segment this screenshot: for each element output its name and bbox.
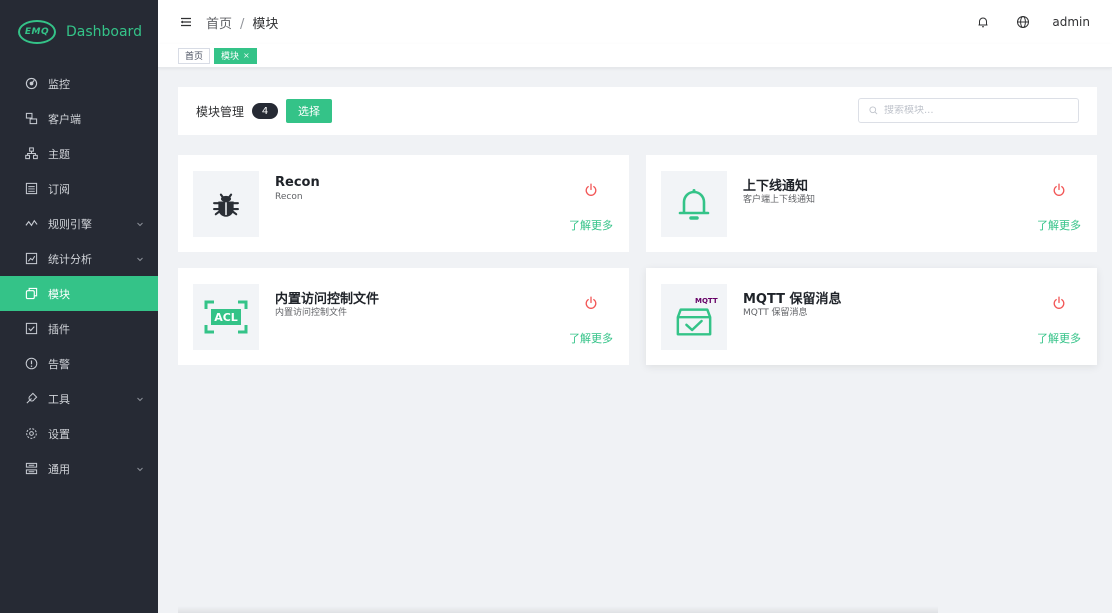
module-thumbnail (661, 171, 727, 237)
retained-message-icon (676, 308, 712, 336)
sidebar-item-label: 设置 (48, 427, 70, 441)
learn-more-link[interactable]: 了解更多 (569, 330, 613, 346)
breadcrumb-home[interactable]: 首页 (206, 17, 232, 32)
sidebar-item-label: 主题 (48, 147, 70, 161)
module-thumbnail: ACL (193, 284, 259, 350)
sidebar-item-label: 监控 (48, 77, 70, 91)
header-actions: admin (950, 0, 1090, 44)
module-thumbnail: MQTT (661, 284, 727, 350)
module-description: 内置访问控制文件 (275, 308, 348, 318)
sidebar-item-label: 客户端 (48, 112, 81, 126)
sidebar-item-label: 规则引擎 (48, 217, 92, 231)
logo[interactable]: EMQ Dashboard (0, 0, 158, 64)
module-card-mqtt-retainer[interactable]: MQTT MQTT 保留消息 MQTT 保留消息 了解更多 (646, 268, 1097, 365)
module-management-title: 模块管理 (196, 104, 245, 119)
general-icon (24, 462, 38, 476)
sidebar-item-label: 工具 (48, 392, 70, 406)
bell-icon[interactable] (976, 15, 990, 29)
sidebar-item-label: 统计分析 (48, 252, 92, 266)
tools-icon (24, 392, 38, 406)
sidebar-nav: 监控 客户端 主题 订阅 规则引擎 统计分析 模块 插件 告警 工具 设置 通用 (0, 66, 158, 486)
logo-text: Dashboard (66, 24, 142, 40)
sidebar: EMQ Dashboard 监控 客户端 主题 订阅 规则引擎 统计分析 模块 … (0, 0, 158, 613)
module-card-recon[interactable]: Recon Recon 了解更多 (178, 155, 629, 252)
acl-label: ACL (211, 309, 241, 325)
close-icon[interactable]: × (243, 51, 250, 60)
learn-more-link[interactable]: 了解更多 (569, 217, 613, 233)
plugins-icon (24, 322, 38, 336)
module-card-acl-file[interactable]: ACL 内置访问控制文件 内置访问控制文件 了解更多 (178, 268, 629, 365)
module-thumbnail (193, 171, 259, 237)
sidebar-item-plugins[interactable]: 插件 (0, 311, 158, 346)
breadcrumb: 首页 / 模块 (206, 13, 278, 32)
search-icon (869, 106, 878, 115)
module-count-badge: 4 (252, 103, 279, 119)
alarm-icon (24, 357, 38, 371)
module-description: MQTT 保留消息 (743, 308, 808, 318)
mqtt-brand-mark: MQTT (695, 297, 718, 305)
rule-engine-icon (24, 217, 38, 231)
subscriptions-icon (24, 182, 38, 196)
tag-modules[interactable]: 模块 × (214, 47, 257, 64)
monitor-icon (24, 77, 38, 91)
sidebar-item-label: 订阅 (48, 182, 70, 196)
breadcrumb-separator: / (240, 16, 245, 32)
clients-icon (24, 112, 38, 126)
sidebar-item-settings[interactable]: 设置 (0, 416, 158, 451)
module-card-presence[interactable]: 上下线通知 客户端上下线通知 了解更多 (646, 155, 1097, 252)
acl-icon: ACL (204, 300, 248, 334)
chevron-down-icon (136, 395, 144, 403)
module-description: Recon (275, 192, 303, 202)
breadcrumb-current: 模块 (252, 16, 279, 32)
module-name: Recon (275, 175, 320, 190)
power-icon[interactable] (584, 296, 598, 310)
sidebar-item-label: 模块 (48, 287, 70, 301)
bell-icon (678, 189, 710, 220)
sidebar-item-monitor[interactable]: 监控 (0, 66, 158, 101)
power-icon[interactable] (1052, 183, 1066, 197)
top-header: 首页 / 模块 admin (158, 0, 1112, 44)
tag-label: 模块 (221, 52, 240, 62)
module-description: 客户端上下线通知 (743, 195, 816, 205)
modules-icon (24, 287, 38, 301)
sidebar-item-modules[interactable]: 模块 (0, 276, 158, 311)
sidebar-item-clients[interactable]: 客户端 (0, 101, 158, 136)
globe-icon[interactable] (1016, 15, 1030, 29)
power-icon[interactable] (584, 183, 598, 197)
learn-more-link[interactable]: 了解更多 (1037, 330, 1081, 346)
chevron-down-icon (136, 465, 144, 473)
sidebar-item-label: 告警 (48, 357, 70, 371)
user-menu[interactable]: admin (1052, 15, 1090, 29)
sidebar-item-analysis[interactable]: 统计分析 (0, 241, 158, 276)
search-box[interactable] (858, 98, 1079, 123)
sidebar-item-alarm[interactable]: 告警 (0, 346, 158, 381)
sidebar-item-rule-engine[interactable]: 规则引擎 (0, 206, 158, 241)
settings-icon (24, 427, 38, 441)
sidebar-item-subscriptions[interactable]: 订阅 (0, 171, 158, 206)
tags-view-bar: 首页 模块 × (158, 44, 1112, 68)
tag-home[interactable]: 首页 (178, 47, 211, 64)
emq-logo-badge: EMQ (18, 20, 56, 44)
sidebar-item-tools[interactable]: 工具 (0, 381, 158, 416)
sidebar-item-topics[interactable]: 主题 (0, 136, 158, 171)
footer-shadow (178, 606, 938, 613)
sidebar-item-general[interactable]: 通用 (0, 451, 158, 486)
sidebar-item-label: 插件 (48, 322, 70, 336)
select-button[interactable]: 选择 (286, 99, 333, 123)
chevron-down-icon (136, 220, 144, 228)
power-icon[interactable] (1052, 296, 1066, 310)
analysis-icon (24, 252, 38, 266)
hamburger-menu-icon[interactable] (180, 16, 192, 28)
topics-icon (24, 147, 38, 161)
bug-icon (213, 193, 239, 217)
search-input[interactable] (884, 105, 1064, 116)
chevron-down-icon (136, 255, 144, 263)
learn-more-link[interactable]: 了解更多 (1037, 217, 1081, 233)
module-toolbar: 模块管理 4 选择 (178, 87, 1097, 135)
sidebar-item-label: 通用 (48, 462, 70, 476)
